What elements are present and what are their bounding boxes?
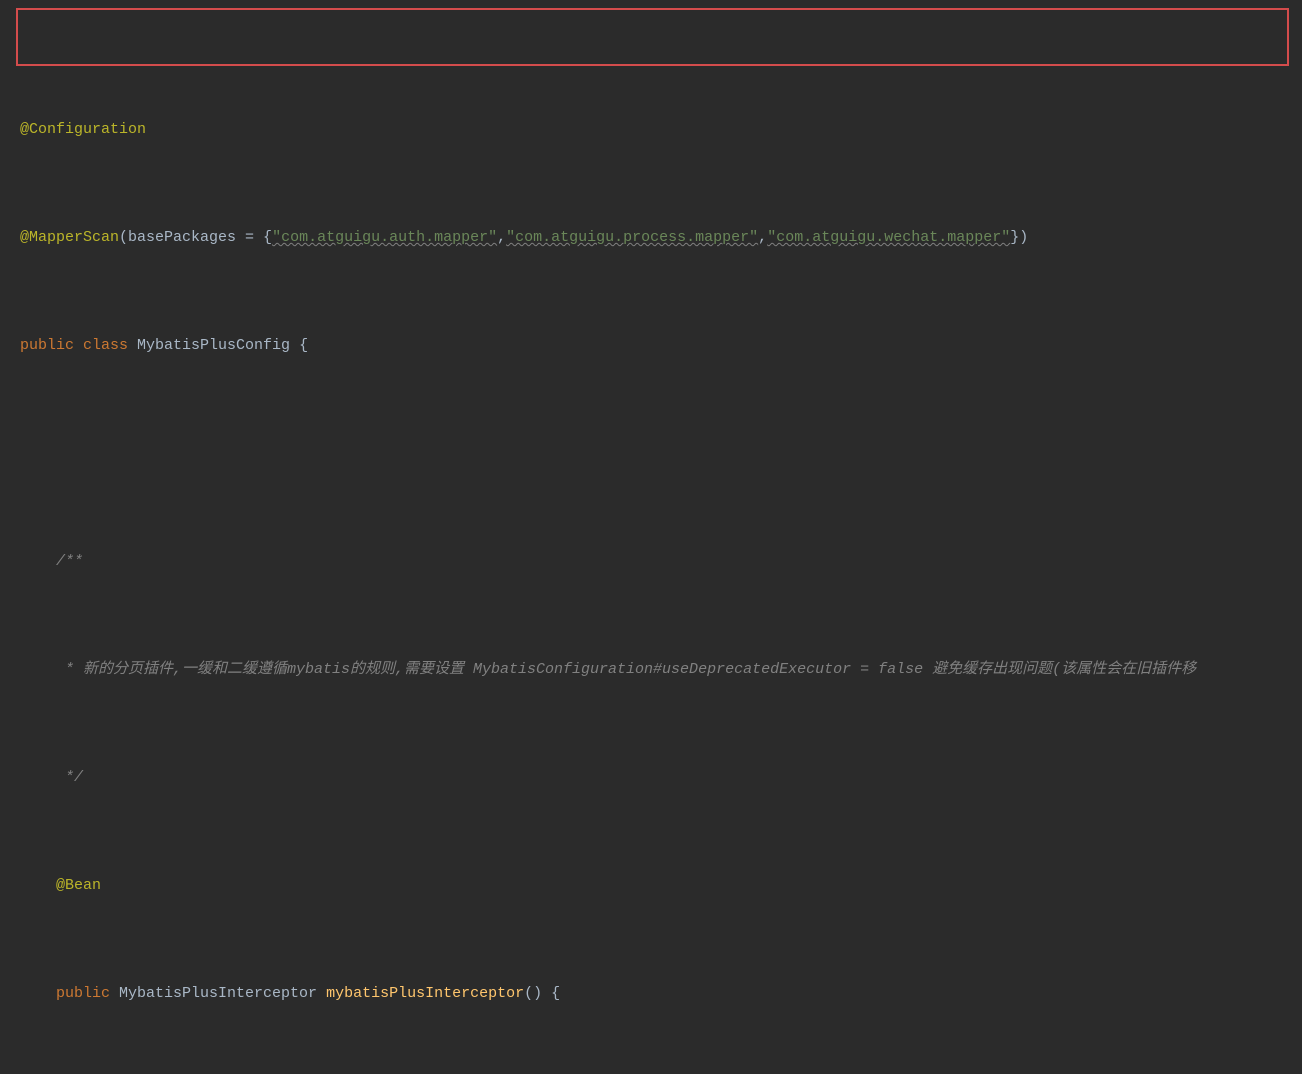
doc-comment: * 新的分页插件,一缓和二缓遵循mybatis的规则,需要设置 MybatisC… <box>20 661 1196 678</box>
doc-comment: */ <box>20 769 83 786</box>
code-line: * 新的分页插件,一缓和二缓遵循mybatis的规则,需要设置 MybatisC… <box>20 656 1302 683</box>
annotation-text: @Bean <box>20 877 101 894</box>
string-literal: "com.atguigu.wechat.mapper" <box>767 229 1010 246</box>
keyword: public <box>20 985 110 1002</box>
class-name: MybatisPlusConfig <box>137 337 290 354</box>
code-text: (basePackages = { <box>119 229 272 246</box>
code-line <box>20 440 1302 467</box>
code-line: public class MybatisPlusConfig { <box>20 332 1302 359</box>
return-type: MybatisPlusInterceptor <box>110 985 326 1002</box>
keyword: class <box>74 337 137 354</box>
code-text: , <box>497 229 506 246</box>
code-line: */ <box>20 764 1302 791</box>
string-literal: "com.atguigu.auth.mapper" <box>272 229 497 246</box>
brace: { <box>290 337 308 354</box>
code-line: /** <box>20 548 1302 575</box>
code-text: }) <box>1010 229 1028 246</box>
keyword: public <box>20 337 74 354</box>
code-line: public MybatisPlusInterceptor mybatisPlu… <box>20 980 1302 1007</box>
paren: () { <box>524 985 560 1002</box>
code-text: , <box>758 229 767 246</box>
method-name: mybatisPlusInterceptor <box>326 985 524 1002</box>
code-line: @Bean <box>20 872 1302 899</box>
code-editor[interactable]: @Configuration @MapperScan(basePackages … <box>0 0 1302 1074</box>
doc-comment: /** <box>20 553 83 570</box>
annotation-text: @MapperScan <box>20 229 119 246</box>
string-literal: "com.atguigu.process.mapper" <box>506 229 758 246</box>
code-line: @MapperScan(basePackages = {"com.atguigu… <box>20 224 1302 251</box>
highlight-rectangle <box>16 8 1289 66</box>
annotation-text: @Configuration <box>20 121 146 138</box>
code-line: @Configuration <box>20 116 1302 143</box>
